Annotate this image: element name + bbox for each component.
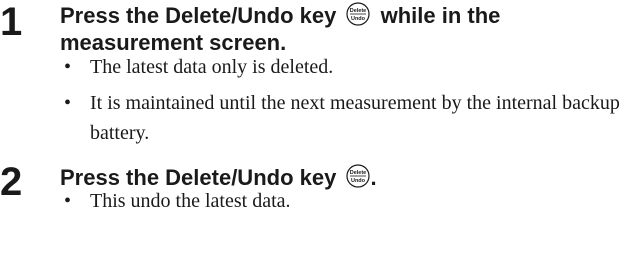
list-item-text: The latest data only is deleted.: [90, 56, 334, 78]
step-heading-text-before: Press the Delete/Undo key: [60, 3, 337, 28]
bullet-dot: •: [64, 56, 72, 78]
key-icon-top-label: Delete: [350, 8, 367, 14]
key-icon-bottom-label: Undo: [351, 16, 366, 22]
delete-undo-key-icon: Delete Undo: [346, 2, 371, 31]
list-item: • It is maintained until the next measur…: [64, 88, 620, 148]
list-item-text: This undo the latest data.: [90, 190, 291, 212]
key-icon-top-label: Delete: [350, 170, 367, 176]
key-icon-bottom-label: Undo: [351, 178, 366, 184]
step-bullet-list: • The latest data only is deleted. • It …: [64, 52, 620, 148]
list-item-text: It is maintained until the next measurem…: [90, 92, 620, 144]
bullet-dot: •: [64, 92, 72, 114]
step-bullet-list: • This undo the latest data.: [64, 186, 620, 216]
step-heading: Press the Delete/Undo key Delete Undo wh…: [60, 2, 620, 55]
bullet-dot: •: [64, 190, 72, 212]
list-item: • This undo the latest data.: [64, 186, 620, 216]
step-number: 2: [0, 160, 23, 204]
step-number: 1: [0, 0, 23, 44]
list-item: • The latest data only is deleted.: [64, 52, 620, 82]
